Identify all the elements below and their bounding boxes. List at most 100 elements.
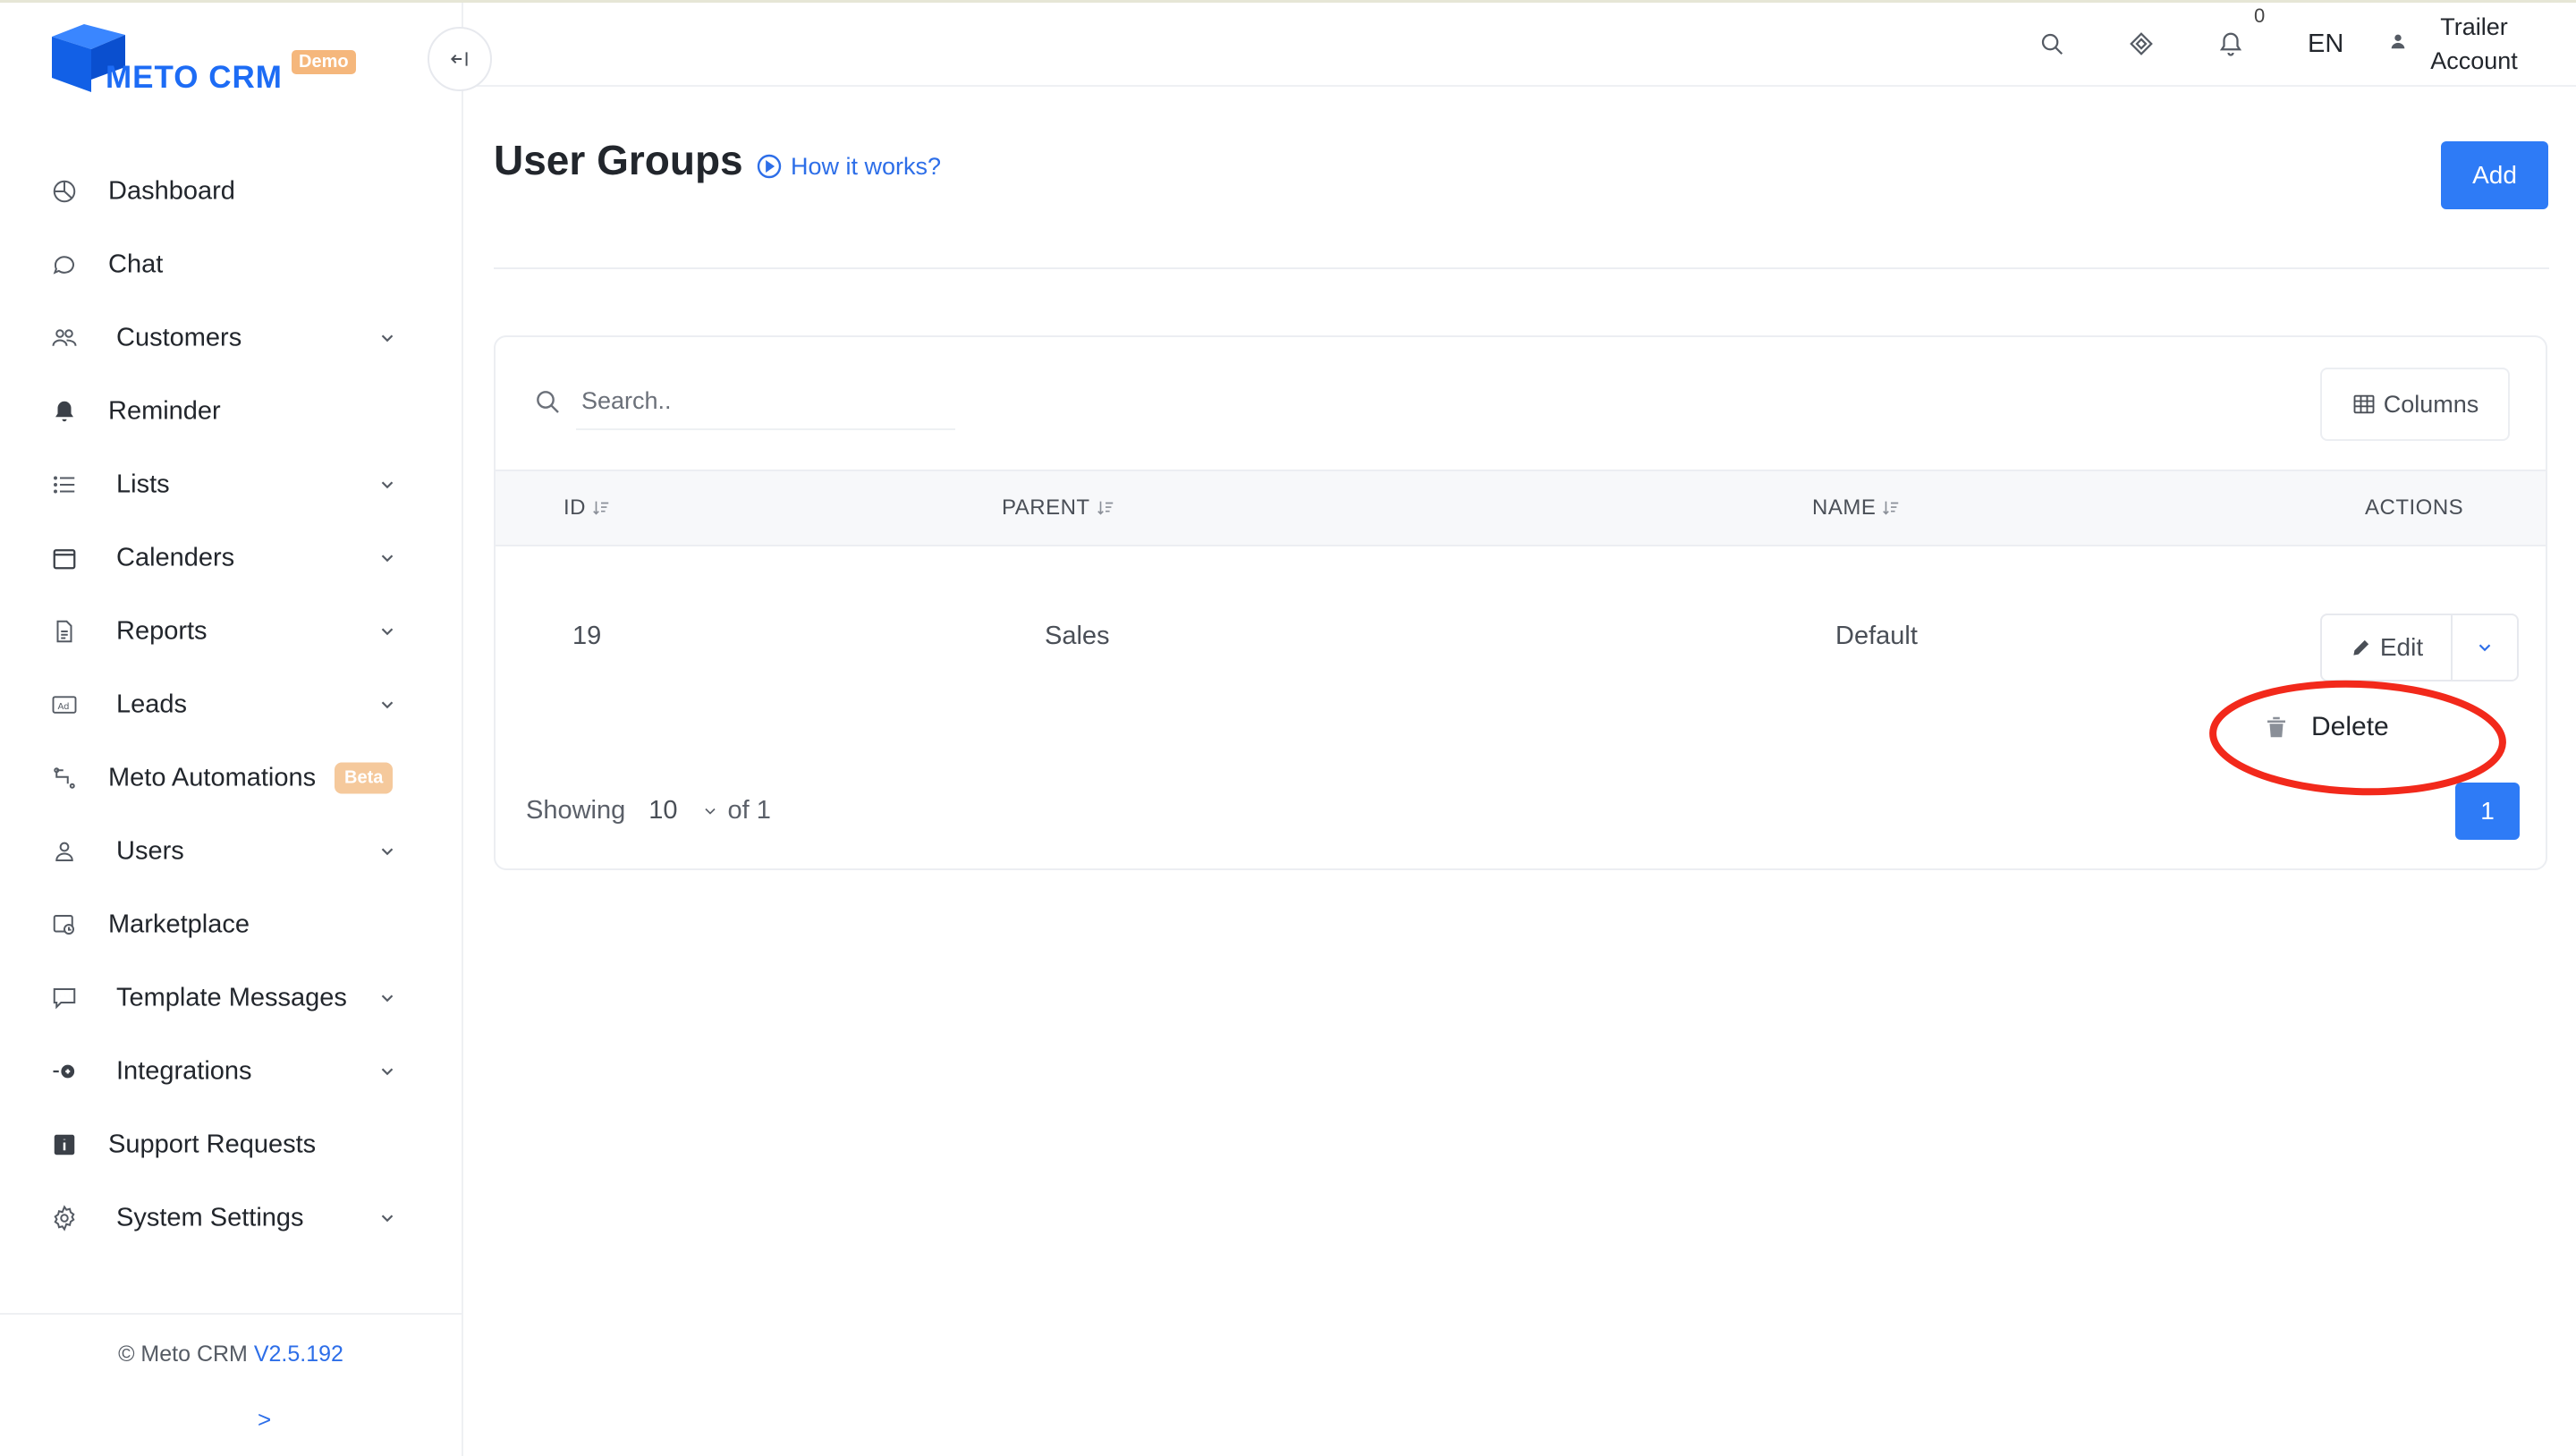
notification-bell-icon[interactable]	[2215, 28, 2247, 60]
copyright: © Meto CRM V2.5.192	[0, 1342, 462, 1367]
sort-icon	[593, 501, 609, 515]
page-size-select[interactable]: 10	[648, 796, 677, 825]
diamond-icon[interactable]	[2125, 28, 2157, 60]
expand-arrow[interactable]: >	[258, 1406, 271, 1434]
sidebar-item-reports[interactable]: Reports	[0, 595, 462, 668]
bell-icon	[50, 397, 79, 426]
search-icon	[533, 387, 562, 416]
gear-icon	[50, 1204, 79, 1232]
sidebar-footer: © Meto CRM V2.5.192 >	[0, 1313, 462, 1456]
sidebar-item-marketplace[interactable]: Marketplace	[0, 888, 462, 961]
sidebar-item-calenders[interactable]: Calenders	[0, 521, 462, 595]
sidebar-item-label: Template Messages	[116, 983, 347, 1012]
sidebar-item-label: System Settings	[116, 1203, 304, 1232]
integration-icon	[50, 1057, 79, 1086]
cell-id: 19	[572, 622, 602, 650]
chevron-down-icon[interactable]	[377, 842, 397, 861]
actions-dropdown-toggle[interactable]	[2453, 615, 2517, 680]
column-header-label: PARENT	[1002, 495, 1090, 520]
sidebar-item-label: Meto Automations	[108, 763, 317, 792]
how-it-works-link[interactable]: How it works?	[755, 152, 941, 181]
copyright-text: © Meto CRM	[118, 1342, 248, 1367]
user-groups-table-card: Columns ID PARENT NAME ACTIONS 19 Sales …	[494, 335, 2547, 870]
sidebar: METO CRM Demo Dashboard Chat Customers R…	[0, 3, 463, 1456]
info-icon	[50, 1130, 79, 1159]
flow-icon	[50, 764, 79, 792]
page-title: User Groups	[494, 137, 743, 183]
sidebar-item-label: Leads	[116, 690, 188, 719]
svg-text:Ad: Ad	[58, 702, 70, 712]
sidebar-item-customers[interactable]: Customers	[0, 301, 462, 375]
cell-parent: Sales	[1045, 622, 1110, 650]
sidebar-item-meto-automations[interactable]: Meto Automations Beta	[0, 741, 462, 815]
sidebar-item-label: Reminder	[108, 396, 221, 426]
sidebar-item-reminder[interactable]: Reminder	[0, 375, 462, 448]
chevron-down-icon	[2479, 644, 2491, 652]
collapse-sidebar-button[interactable]	[428, 27, 492, 91]
chevron-down-icon[interactable]	[377, 695, 397, 715]
notification-count: 0	[2254, 4, 2266, 27]
sidebar-item-label: Chat	[108, 250, 164, 279]
cell-name: Default	[1835, 622, 1918, 650]
add-button[interactable]: Add	[2441, 141, 2548, 209]
language-selector[interactable]: EN	[2308, 30, 2343, 59]
sidebar-item-label: Marketplace	[108, 910, 250, 939]
of-pages-label: of 1	[727, 796, 771, 825]
row-actions: Edit	[2320, 614, 2519, 681]
sidebar-item-label: Integrations	[116, 1056, 252, 1086]
collapse-left-icon	[450, 52, 468, 66]
list-icon	[50, 470, 79, 499]
calendar-icon	[50, 544, 79, 572]
column-header-parent[interactable]: PARENT	[1002, 495, 1115, 521]
edit-button[interactable]: Edit	[2322, 615, 2453, 680]
account-line1: Trailer	[2440, 13, 2508, 40]
search-input[interactable]	[576, 373, 955, 430]
sidebar-item-leads[interactable]: Ad Leads	[0, 668, 462, 741]
pie-chart-icon	[50, 177, 79, 206]
sidebar-item-integrations[interactable]: Integrations	[0, 1035, 462, 1108]
table-grid-icon	[2353, 394, 2375, 414]
sidebar-item-chat[interactable]: Chat	[0, 228, 462, 301]
pencil-icon	[2353, 639, 2368, 656]
columns-button[interactable]: Columns	[2320, 368, 2510, 441]
logo-text: METO CRM	[106, 60, 283, 95]
column-header-label: ID	[564, 495, 586, 520]
how-it-works-label: How it works?	[791, 152, 942, 180]
sidebar-item-lists[interactable]: Lists	[0, 448, 462, 521]
sidebar-item-support-requests[interactable]: Support Requests	[0, 1108, 462, 1181]
version-link[interactable]: V2.5.192	[254, 1342, 343, 1367]
account-menu[interactable]: Trailer Account	[2411, 10, 2537, 78]
chevron-down-icon[interactable]	[377, 988, 397, 1008]
users-icon	[50, 324, 79, 352]
columns-label: Columns	[2383, 390, 2479, 418]
sidebar-item-dashboard[interactable]: Dashboard	[0, 155, 462, 228]
chevron-down-icon[interactable]	[377, 328, 397, 348]
delete-menu-item[interactable]: Delete	[2311, 712, 2389, 742]
sidebar-item-template-messages[interactable]: Template Messages	[0, 961, 462, 1035]
ad-icon: Ad	[50, 690, 79, 719]
sidebar-item-users[interactable]: Users	[0, 815, 462, 888]
sort-icon	[1097, 501, 1113, 515]
chevron-down-icon[interactable]	[377, 622, 397, 641]
store-icon	[50, 910, 79, 939]
logo[interactable]: METO CRM Demo	[48, 22, 370, 96]
table-header: ID PARENT NAME ACTIONS	[496, 470, 2546, 546]
chevron-down-icon[interactable]	[377, 475, 397, 495]
chevron-down-icon[interactable]	[377, 1208, 397, 1228]
demo-badge: Demo	[292, 50, 356, 74]
trash-icon	[2263, 714, 2290, 741]
chevron-down-icon[interactable]	[377, 548, 397, 568]
chevron-down-icon[interactable]	[701, 802, 719, 820]
chevron-down-icon[interactable]	[377, 1062, 397, 1081]
sidebar-item-system-settings[interactable]: System Settings	[0, 1181, 462, 1255]
play-circle-icon	[757, 154, 782, 179]
account-line2: Account	[2430, 47, 2518, 74]
page-button-1[interactable]: 1	[2455, 783, 2520, 840]
column-header-name[interactable]: NAME	[1812, 495, 1901, 521]
column-header-id[interactable]: ID	[564, 495, 611, 521]
search-icon[interactable]	[2036, 28, 2068, 60]
sidebar-nav: Dashboard Chat Customers Reminder Lists …	[0, 155, 462, 1255]
column-header-label: ACTIONS	[2365, 495, 2464, 520]
actions-dropdown-menu: Delete	[2215, 696, 2519, 760]
sidebar-item-label: Customers	[116, 323, 242, 352]
